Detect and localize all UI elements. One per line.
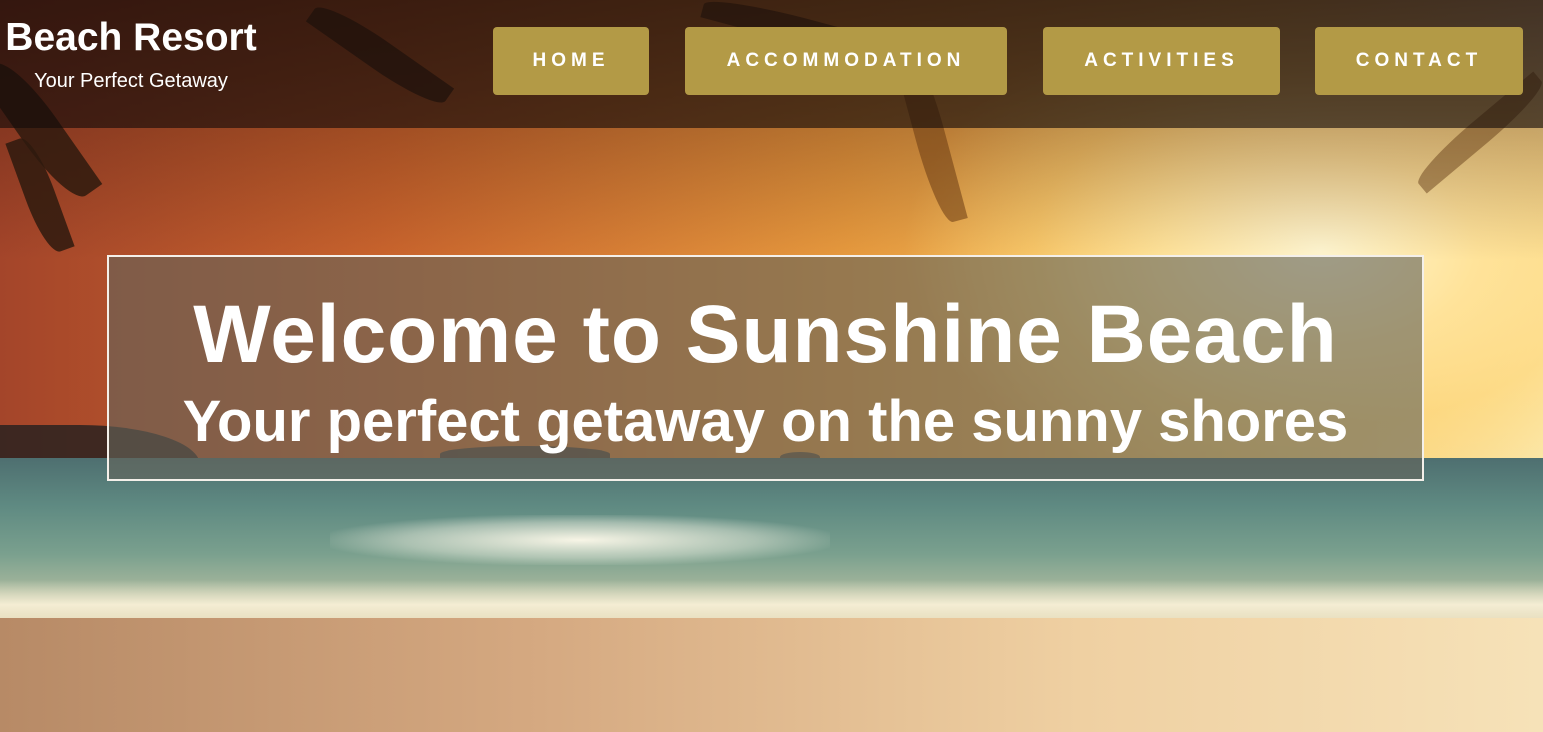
main-nav: HOME ACCOMMODATION ACTIVITIES CONTACT: [0, 27, 1543, 95]
nav-contact-button[interactable]: CONTACT: [1315, 27, 1523, 95]
wave-foam: [330, 515, 830, 565]
page: Beach Resort Your Perfect Getaway HOME A…: [0, 0, 1543, 732]
site-header: Beach Resort Your Perfect Getaway HOME A…: [0, 0, 1543, 128]
nav-activities-button[interactable]: ACTIVITIES: [1043, 27, 1280, 95]
sand: [0, 618, 1543, 732]
hero-subtitle: Your perfect getaway on the sunny shores: [182, 389, 1349, 454]
hero-title: Welcome to Sunshine Beach: [193, 289, 1338, 380]
nav-accommodation-button[interactable]: ACCOMMODATION: [685, 27, 1007, 95]
nav-home-button[interactable]: HOME: [493, 27, 649, 95]
hero-banner: Welcome to Sunshine Beach Your perfect g…: [107, 255, 1424, 481]
